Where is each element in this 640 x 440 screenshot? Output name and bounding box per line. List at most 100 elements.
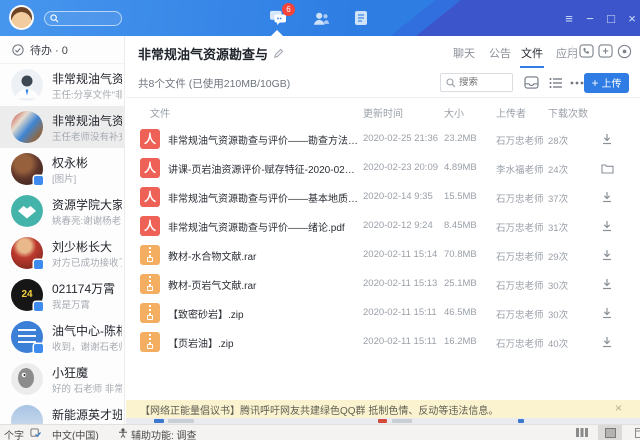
download-button[interactable] <box>598 304 616 322</box>
minimize-button[interactable]: − <box>579 0 601 36</box>
download-button[interactable] <box>598 217 616 235</box>
file-size: 70.8MB <box>444 249 477 260</box>
todo-label: 待办 · 0 <box>30 42 68 58</box>
file-name[interactable]: 【致密砂岩】.zip <box>168 306 358 321</box>
chat-list-item[interactable]: 非常规油气资源王任老师没有补充 <box>0 106 125 148</box>
download-button[interactable] <box>598 130 616 148</box>
download-button[interactable] <box>598 333 616 351</box>
transfer-badge-icon <box>34 344 43 353</box>
download-button[interactable] <box>598 275 616 293</box>
word-count[interactable]: 个字 <box>4 427 24 440</box>
tab-chat[interactable]: 聊天 <box>453 45 475 61</box>
plus-icon: + <box>591 78 598 88</box>
search-icon <box>446 78 456 88</box>
print-layout-button[interactable] <box>598 425 622 440</box>
user-avatar[interactable] <box>9 5 34 30</box>
web-layout-button[interactable] <box>628 425 640 440</box>
tab-files[interactable]: 文件 <box>521 45 543 61</box>
file-updated: 2020-02-11 15:11 <box>363 307 437 318</box>
screen-record-button[interactable] <box>616 43 633 59</box>
chat-list-item[interactable]: 权永彬[图片] <box>0 148 125 190</box>
open-folder-button[interactable] <box>598 159 616 177</box>
file-search-input[interactable] <box>459 77 507 88</box>
search-input[interactable] <box>59 14 114 24</box>
read-mode-button[interactable] <box>570 425 594 440</box>
chat-name: 非常规油气资源 <box>52 112 122 129</box>
close-icon[interactable]: × <box>615 401 622 415</box>
tab-apps[interactable]: 应用 <box>556 45 578 61</box>
pdf-file-icon: 人 <box>140 129 160 149</box>
print-layout-icon <box>605 428 616 438</box>
file-row[interactable]: 人非常规油气资源勘查与评价——基本地质特征.pdf2020-02-14 9:35… <box>126 182 640 211</box>
chat-preview: 王任:分享文件"非常 <box>52 87 122 101</box>
file-name[interactable]: 教材-水合物文献.rar <box>168 248 358 263</box>
close-button[interactable]: × <box>621 0 640 36</box>
upload-button[interactable]: + 上传 <box>584 73 629 93</box>
file-name[interactable]: 非常规油气资源勘查与评价——基本地质特征.pdf <box>168 190 358 205</box>
file-row[interactable]: 人讲课-页岩油资源评价-赋存特征-2020-02-22.pdf2020-02-2… <box>126 153 640 182</box>
chat-list-item[interactable]: 刘少彬长大对方已成功接收了您 <box>0 232 125 274</box>
spellcheck-icon[interactable] <box>30 428 41 438</box>
documents-icon <box>354 10 368 26</box>
tab-announcements[interactable]: 公告 <box>489 45 511 61</box>
file-name[interactable]: 教材-页岩气文献.rar <box>168 277 358 292</box>
file-name[interactable]: 【页岩油】.zip <box>168 335 358 350</box>
chat-list-item[interactable]: 新能源英才班0 <box>0 400 125 424</box>
contacts-button[interactable] <box>310 8 332 28</box>
plain-blue-avatar <box>11 405 43 424</box>
file-downloads: 28次 <box>548 133 568 147</box>
call-button[interactable] <box>578 43 595 59</box>
cartoon-gray-avatar <box>11 363 43 395</box>
chat-list-item[interactable]: 油气中心-陈相收到，谢谢石老师 <box>0 316 125 358</box>
file-row[interactable]: 教材-页岩气文献.rar2020-02-11 15:1325.1MB石万忠老师3… <box>126 269 640 298</box>
file-row[interactable]: 教材-水合物文献.rar2020-02-11 15:1470.8MB石万忠老师2… <box>126 240 640 269</box>
transfer-badge-icon <box>34 260 43 269</box>
chat-list-item[interactable]: 24021174万霄我是万霄 <box>0 274 125 316</box>
chat-name: 权永彬 <box>52 154 122 171</box>
chat-name: 非常规油气资源 <box>52 70 122 87</box>
chat-preview: 我是万霄 <box>52 297 122 311</box>
download-button[interactable] <box>598 246 616 264</box>
file-name[interactable]: 非常规油气资源勘查与评价——勘查方法与技术.pdf <box>168 132 358 147</box>
screen-record-icon <box>617 44 632 59</box>
todo-row[interactable]: 待办 · 0 <box>0 36 125 64</box>
file-downloads: 24次 <box>548 162 568 176</box>
file-row[interactable]: 【致密砂岩】.zip2020-02-11 15:1146.5MB石万忠老师30次 <box>126 298 640 327</box>
archive-file-icon <box>140 303 160 323</box>
language-indicator[interactable]: 中文(中国) <box>52 427 99 440</box>
pdf-file-icon: 人 <box>140 216 160 236</box>
folder-icon <box>601 163 614 174</box>
transfer-badge-icon <box>34 302 43 311</box>
chat-name: 新能源英才班0 <box>52 406 122 423</box>
pdf-file-icon: 人 <box>140 187 160 207</box>
add-button[interactable] <box>597 43 614 59</box>
transfer-badge-icon <box>34 176 43 185</box>
archive-file-icon <box>140 332 160 352</box>
download-icon <box>601 278 613 290</box>
messages-button[interactable]: 6 <box>267 8 289 28</box>
menu-button[interactable]: ≡ <box>558 0 580 36</box>
file-size: 25.1MB <box>444 278 477 289</box>
qq-window: 6 ≡−□× 待办 · 0 非常规油气资源王 <box>0 0 640 440</box>
edit-pencil-icon[interactable] <box>273 48 284 59</box>
chat-list-item[interactable]: 非常规油气资源王任:分享文件"非常 <box>0 64 125 106</box>
titlebar-search[interactable] <box>44 11 122 26</box>
file-name[interactable]: 非常规油气资源勘查与评价——绪论.pdf <box>168 219 358 234</box>
chat-sidebar: 待办 · 0 非常规油气资源王任:分享文件"非常非常规油气资源王任老师没有补充权… <box>0 36 125 424</box>
drive-button[interactable] <box>522 73 541 92</box>
file-row[interactable]: 人非常规油气资源勘查与评价——绪论.pdf2020-02-12 9:248.45… <box>126 211 640 240</box>
list-view-button[interactable] <box>546 73 565 92</box>
maximize-button[interactable]: □ <box>600 0 622 36</box>
chat-list-item[interactable]: 小狂魔好的 石老师 非常感 <box>0 358 125 400</box>
chat-list-item[interactable]: 资源学院大家庭姚春亮:谢谢杨老师, <box>0 190 125 232</box>
documents-button[interactable] <box>350 8 372 28</box>
photo-multi-avatar <box>11 111 43 143</box>
accessibility-status[interactable]: 辅助功能: 调查 <box>131 427 197 440</box>
col-size: 大小 <box>444 105 464 120</box>
file-name[interactable]: 讲课-页岩油资源评价-赋存特征-2020-02-22.pdf <box>168 161 358 176</box>
file-row[interactable]: 人非常规油气资源勘查与评价——勘查方法与技术.pdf2020-02-25 21:… <box>126 124 640 153</box>
file-search[interactable] <box>440 73 513 92</box>
file-row[interactable]: 【页岩油】.zip2020-02-11 15:1116.2MB石万忠老师40次 <box>126 327 640 356</box>
word-statusbar: 个字 中文(中国) 辅助功能: 调查 <box>0 424 640 440</box>
download-button[interactable] <box>598 188 616 206</box>
